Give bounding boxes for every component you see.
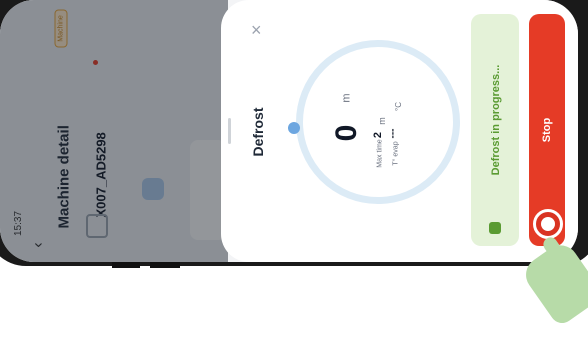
max-time-unit: m <box>376 117 387 125</box>
timer-unit: m <box>340 93 353 103</box>
phone-screen: 15:37 ‹ Machine detail X007_AD5298 Machi… <box>0 0 578 262</box>
phone-button <box>150 262 180 268</box>
defrost-progress-text: Defrost in progress... <box>490 64 502 176</box>
close-icon[interactable]: × <box>251 20 262 41</box>
phone-button <box>112 262 140 268</box>
sheet-title: Defrost <box>250 107 266 157</box>
temp-unit: °C <box>393 102 403 111</box>
temp-value: --- <box>387 128 399 139</box>
stop-label: Stop <box>541 117 553 143</box>
sheet-drag-handle[interactable] <box>228 118 231 144</box>
max-time-label: Max time <box>376 139 384 168</box>
modal-overlay[interactable] <box>0 0 228 262</box>
timer-ring-indicator <box>288 122 300 134</box>
temp-label: T° evap <box>392 141 400 166</box>
stop-icon-center <box>541 217 555 231</box>
max-time-value: 2 <box>372 131 385 139</box>
snowflake-progress-icon <box>489 222 501 234</box>
timer-value: 0 <box>330 124 363 142</box>
